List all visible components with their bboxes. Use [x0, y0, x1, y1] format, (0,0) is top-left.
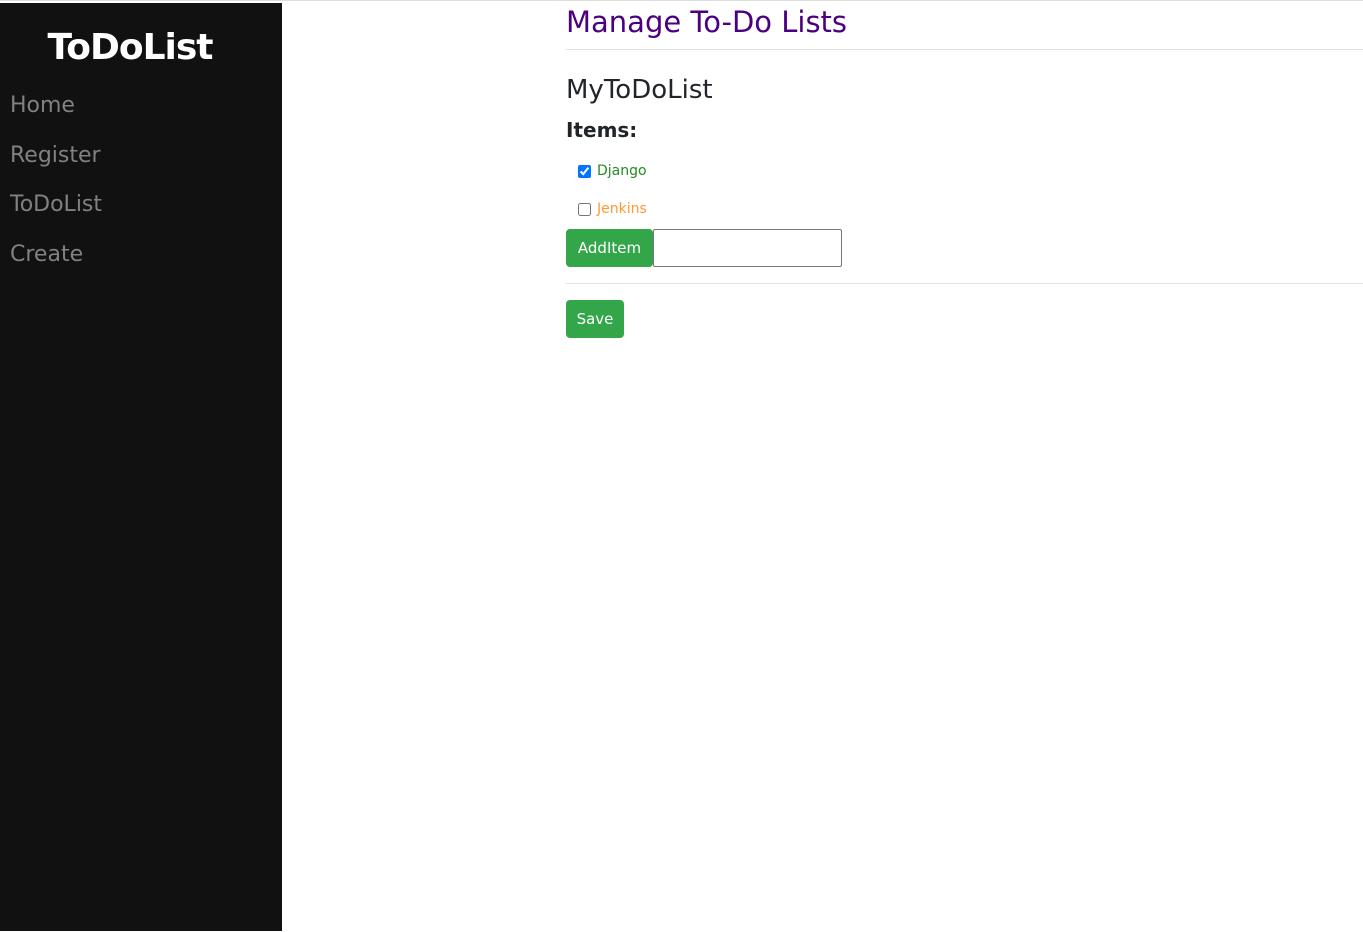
sidebar-item-todolist[interactable]: ToDoList	[10, 192, 102, 217]
list-name: MyToDoList	[566, 75, 713, 105]
items-heading: Items:	[566, 118, 638, 142]
sidebar-item-create[interactable]: Create	[10, 242, 83, 267]
page-title: Manage To-Do Lists	[566, 5, 848, 39]
sidebar-item-home[interactable]: Home	[10, 93, 75, 118]
item-label: Jenkins	[597, 201, 647, 217]
item-checkbox-django[interactable]	[578, 164, 591, 178]
add-item-button[interactable]: AddItem	[566, 229, 653, 267]
item-checkbox-jenkins[interactable]	[578, 202, 591, 216]
list-item[interactable]: Jenkins	[578, 201, 647, 217]
list-item[interactable]: Django	[578, 163, 647, 179]
new-item-input[interactable]	[653, 229, 842, 267]
sidebar: ToDoList Home Register ToDoList Create	[0, 3, 282, 931]
sidebar-item-register[interactable]: Register	[10, 143, 101, 168]
divider	[566, 283, 1363, 284]
brand-logo: ToDoList	[47, 27, 213, 68]
divider	[566, 49, 1363, 50]
item-label: Django	[597, 163, 647, 179]
save-button[interactable]: Save	[566, 300, 624, 338]
